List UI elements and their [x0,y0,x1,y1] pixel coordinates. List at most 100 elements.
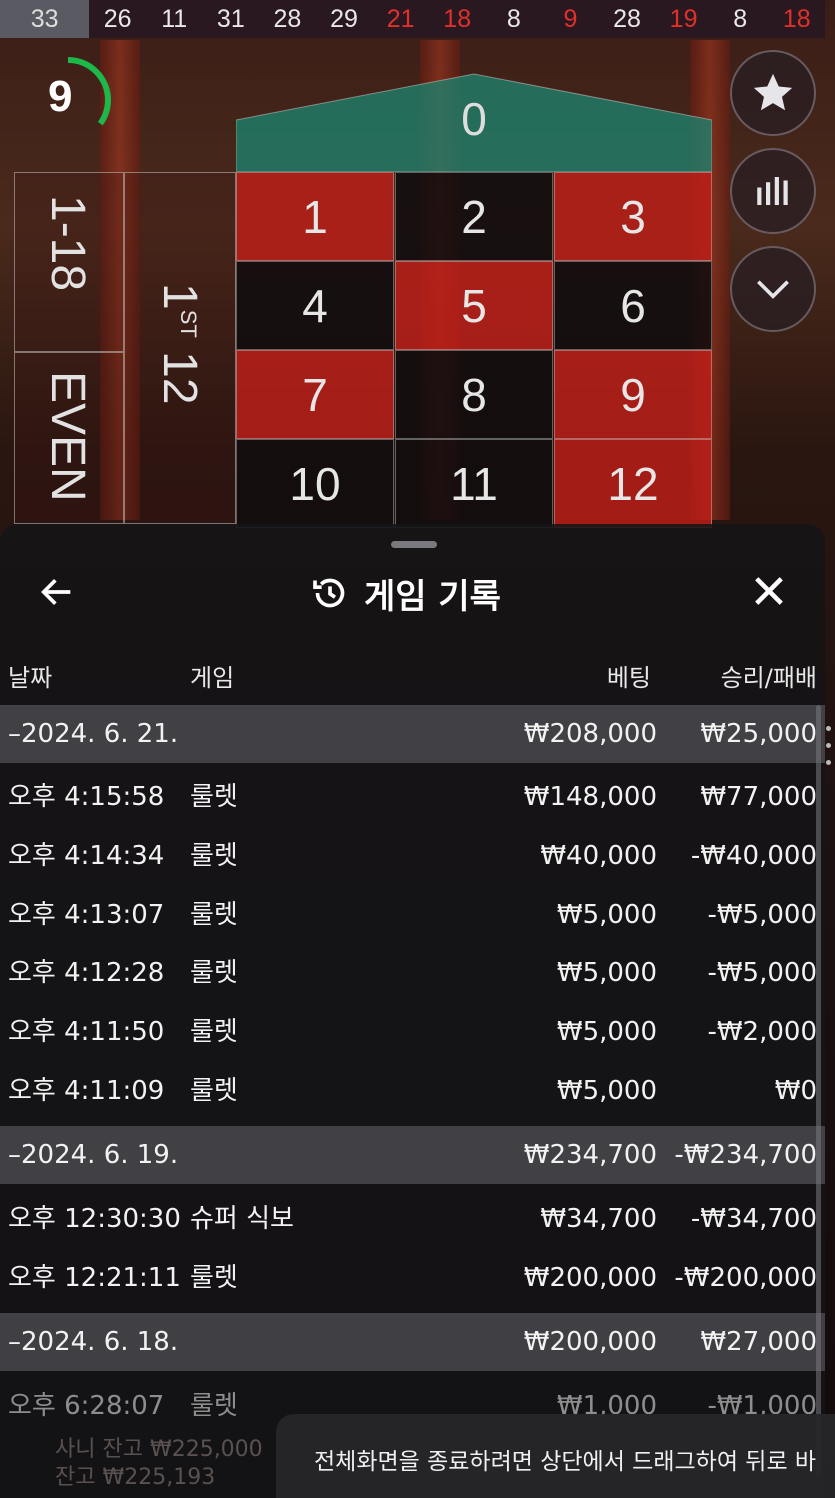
history-number: 8 [506,4,521,33]
row-game: 룰렛 [190,1391,238,1421]
number-cell-3[interactable]: 3 [554,172,712,261]
row-date: 오후 12:30:30 [8,1204,181,1234]
column-header-date[interactable]: 날짜 [8,658,52,693]
timer-ring-icon [25,57,111,143]
results-history-strip: 33 26 11 31 28 29 21 18 8 9 28 19 8 18 [0,0,825,38]
history-row[interactable]: 오후 4:15:58 룰렛 ₩148,000 ₩77,000 [0,768,825,826]
number-cell-5[interactable]: 5 [395,261,553,350]
history-number: 28 [273,4,302,33]
number-cell-4[interactable]: 4 [236,261,394,350]
row-game: 룰렛 [190,900,238,930]
history-number: 29 [330,4,358,33]
close-button[interactable] [748,570,790,612]
history-row[interactable]: 오후 4:11:09 룰렛 ₩5,000 ₩0 [0,1062,825,1120]
row-date: 오후 4:11:09 [8,1076,165,1106]
date-group-row[interactable]: –2024. 6. 19. ₩234,700 -₩234,700 [0,1126,825,1184]
back-button[interactable] [36,572,78,612]
bet-first-dozen[interactable]: 1ST 12 [124,172,236,524]
history-row[interactable]: 오후 4:13:07 룰렛 ₩5,000 -₩5,000 [0,886,825,944]
row-bet: ₩5,000 [556,1076,657,1106]
statistics-icon [757,177,788,205]
row-bet: ₩200,000 [523,1327,657,1357]
history-row[interactable]: 오후 12:30:30 슈퍼 식보 ₩34,700 -₩34,700 [0,1190,825,1248]
row-date: 오후 12:21:11 [8,1263,181,1293]
more-options-icon[interactable] [826,726,834,777]
row-bet: ₩208,000 [523,719,657,749]
bet-even[interactable]: EVEN [14,352,124,524]
number-cell-1[interactable]: 1 [236,172,394,261]
history-clock-icon [313,578,345,608]
history-row[interactable]: 오후 4:12:28 룰렛 ₩5,000 -₩5,000 [0,944,825,1002]
row-bet: ₩40,000 [540,841,657,871]
history-number: 19 [669,4,698,33]
chevron-down-icon [757,280,789,299]
panel-header: 게임 기록 [310,568,501,618]
row-result: -₩2,000 [707,1017,817,1047]
fullscreen-toast: 전체화면을 종료하려면 상단에서 드래그하여 뒤로 바 [276,1414,835,1498]
dozen-label: 1ST 12 [153,283,206,405]
date-group-row[interactable]: –2024. 6. 18. ₩200,000 ₩27,000 [0,1313,825,1371]
history-number: 18 [782,4,811,33]
row-result: -₩34,700 [690,1204,817,1234]
row-date: 오후 6:28:07 [8,1391,165,1421]
close-icon [755,577,783,605]
bet-1-18[interactable]: 1-18 [14,172,124,352]
column-header-bet[interactable]: 베팅 [607,658,651,693]
number-cell-12[interactable]: 12 [554,439,712,528]
number-cell-7[interactable]: 7 [236,350,394,439]
row-bet: ₩5,000 [556,900,657,930]
number-cell-2[interactable]: 2 [395,172,553,261]
favorite-button[interactable] [730,50,816,136]
history-number: 33 [0,0,90,38]
row-game: 룰렛 [190,958,238,988]
number-cell-8[interactable]: 8 [395,350,553,439]
row-bet: ₩148,000 [523,782,657,812]
date-group-row[interactable]: –2024. 6. 21. ₩208,000 ₩25,000 [0,705,825,763]
history-number: 11 [161,4,188,33]
panel-title: 게임 기록 [364,576,501,617]
bet-even-label: EVEN [41,371,94,502]
history-number: 9 [563,4,578,33]
history-number: 8 [733,4,748,33]
row-result: ₩77,000 [700,782,817,812]
row-date: 오후 4:15:58 [8,782,165,812]
row-result: -₩5,000 [707,900,817,930]
row-bet: ₩5,000 [556,958,657,988]
row-bet: ₩5,000 [556,1017,657,1047]
toast-message: 전체화면을 종료하려면 상단에서 드래그하여 뒤로 바 [314,1449,817,1475]
row-game: 룰렛 [190,1076,238,1106]
row-game: 슈퍼 식보 [190,1204,294,1234]
zero-label: 0 [461,93,487,145]
collapse-button[interactable] [730,246,816,332]
star-icon [753,73,793,111]
row-result: -₩5,000 [707,958,817,988]
number-cell-9[interactable]: 9 [554,350,712,439]
row-game: 룰렛 [190,1263,238,1293]
row-game: 룰렛 [190,841,238,871]
row-bet: ₩34,700 [540,1204,657,1234]
scrollbar[interactable] [816,705,821,1475]
number-cell-11[interactable]: 11 [395,439,553,528]
row-date: 오후 4:12:28 [8,958,165,988]
history-row[interactable]: 오후 4:14:34 룰렛 ₩40,000 -₩40,000 [0,827,825,885]
history-number: 28 [613,4,641,33]
number-cell-10[interactable]: 10 [236,439,394,528]
column-header-result[interactable]: 승리/패배 [721,658,817,693]
balance-ghost-text: 사니 잔고 ₩225,000 잔고 ₩225,193 [55,1437,263,1490]
history-row[interactable]: 오후 4:11:50 룰렛 ₩5,000 -₩2,000 [0,1003,825,1061]
number-cell-6[interactable]: 6 [554,261,712,350]
history-row[interactable]: 오후 12:21:11 룰렛 ₩200,000 -₩200,000 [0,1249,825,1307]
game-history-panel: 게임 기록 날짜 게임 베팅 승리/패배 –2024. 6. 21. ₩208,0… [0,524,825,1498]
history-number: 31 [216,4,245,33]
statistics-button[interactable] [730,148,816,234]
column-header-game[interactable]: 게임 [190,658,234,693]
row-date: 오후 4:13:07 [8,900,165,930]
history-number: 18 [443,4,472,33]
drag-handle[interactable] [391,541,437,548]
timer-value: 9 [48,72,73,121]
row-result: ₩25,000 [700,719,817,749]
history-number: 26 [103,4,132,33]
row-result: -₩234,700 [674,1140,817,1170]
row-result: -₩200,000 [674,1263,817,1293]
history-number: 21 [386,4,415,33]
